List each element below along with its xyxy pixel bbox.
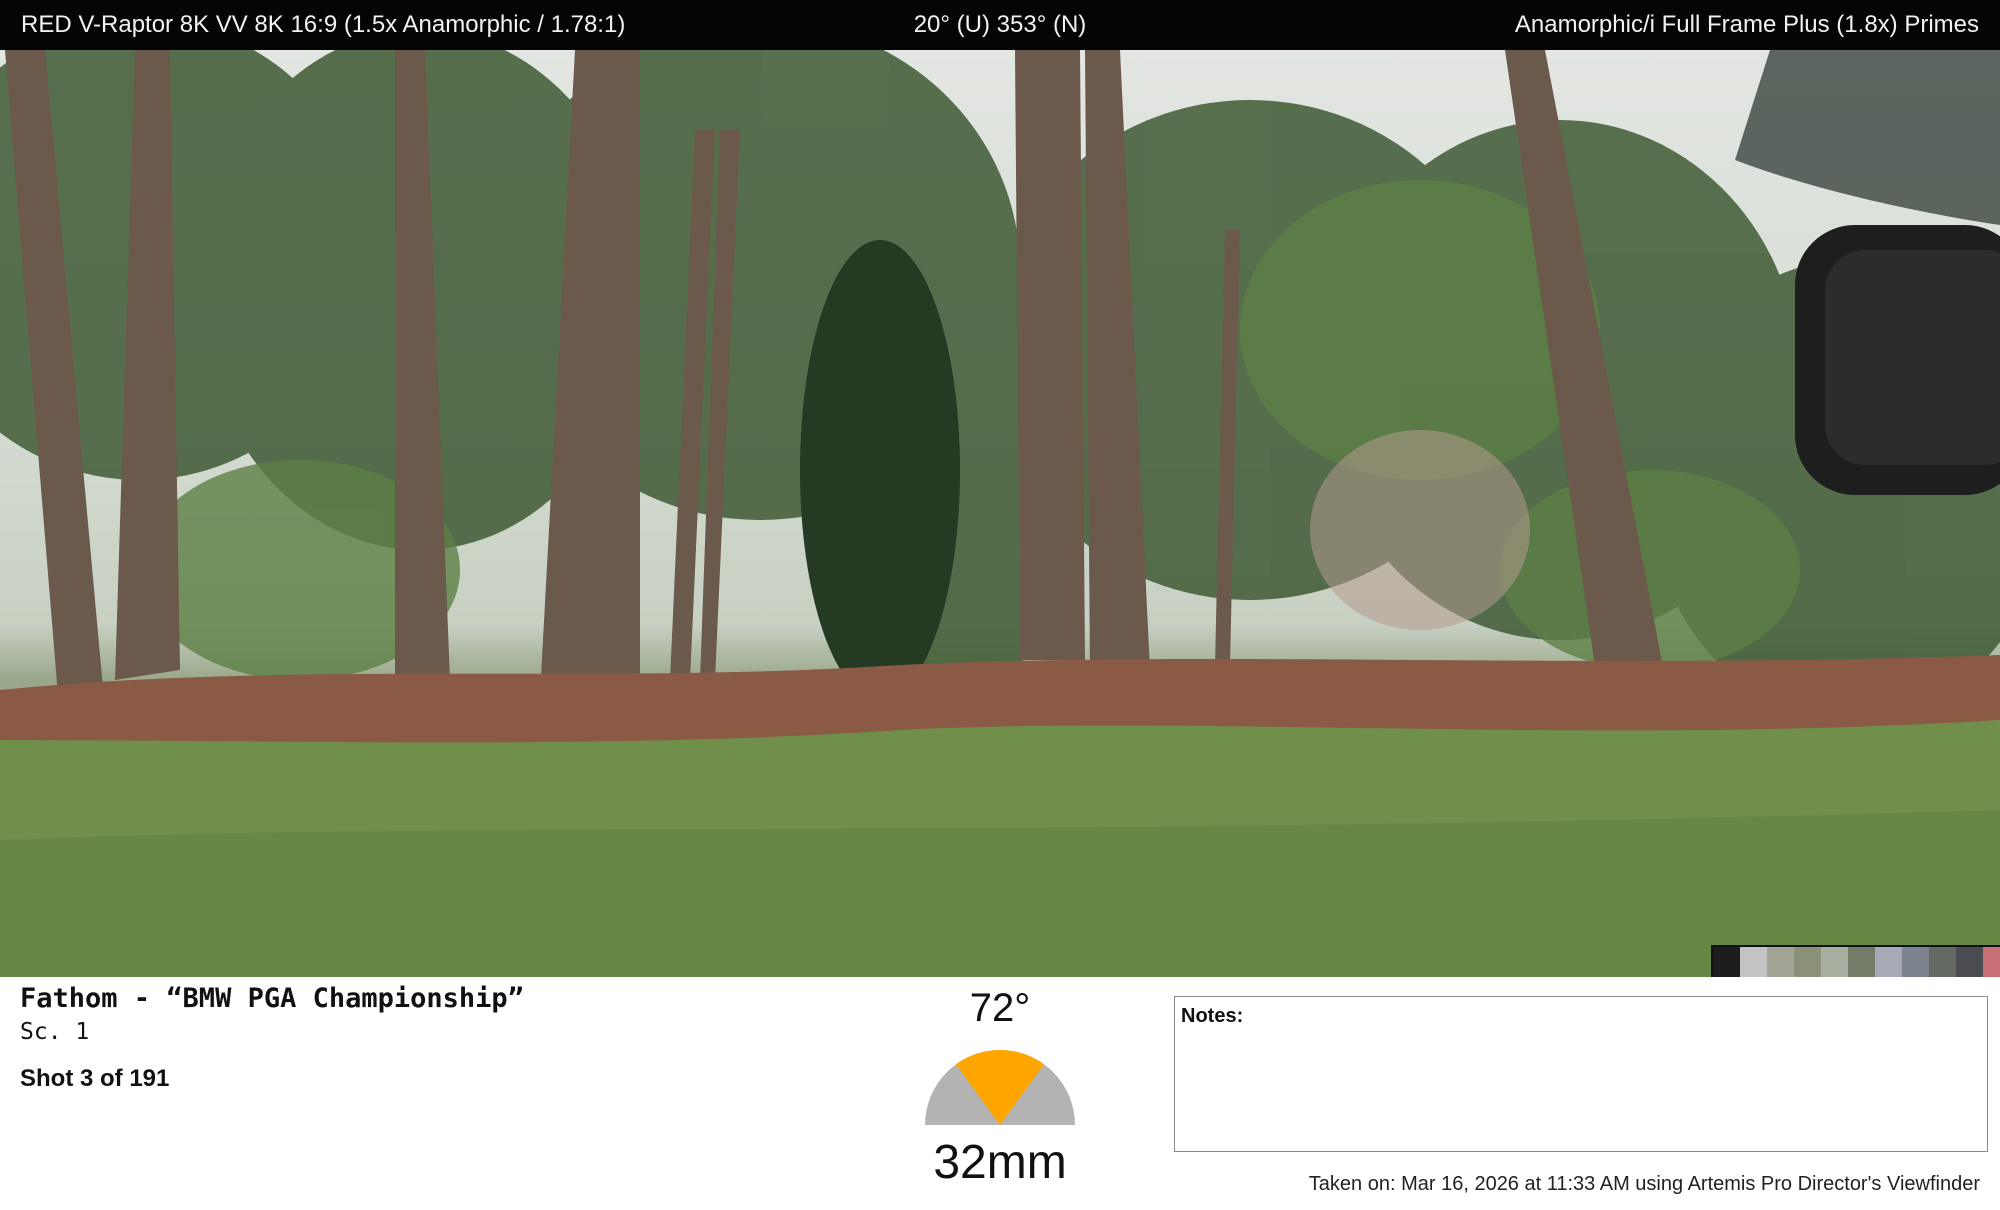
color-swatch: [1713, 947, 1740, 977]
project-title: Fathom - “BMW PGA Championship”: [20, 983, 524, 1014]
field-of-view-degrees: 72°: [969, 986, 1031, 1030]
color-swatch: [1875, 947, 1902, 977]
focal-length: 32mm: [933, 1136, 1067, 1189]
viewfinder-photo: [0, 50, 2000, 977]
capture-timestamp: Taken on: Mar 16, 2026 at 11:33 AM using…: [1308, 1173, 1980, 1195]
color-swatch: [1929, 947, 1956, 977]
field-of-view-gauge-icon: [925, 1049, 1075, 1125]
notes-label: Notes:: [1181, 1005, 1244, 1027]
color-swatch: [1821, 947, 1848, 977]
color-swatch: [1848, 947, 1875, 977]
color-swatch: [1902, 947, 1929, 977]
notes-box[interactable]: Notes:: [1174, 996, 1988, 1152]
scene-illustration: [0, 50, 2000, 977]
color-swatch: [1740, 947, 1767, 977]
shot-counter: Shot 3 of 191: [20, 1065, 170, 1092]
color-swatch: [1983, 947, 2000, 977]
color-swatch: [1767, 947, 1794, 977]
color-swatch: [1956, 947, 1983, 977]
scene-number: Sc. 1: [20, 1019, 90, 1045]
color-swatch: [1794, 947, 1821, 977]
info-header-bar: RED V-Raptor 8K VV 8K 16:9 (1.5x Anamorp…: [0, 0, 2000, 50]
color-palette-strip: [1711, 945, 2000, 979]
lens-set-label: Anamorphic/i Full Frame Plus (1.8x) Prim…: [1514, 11, 1979, 38]
slate-panel: Fathom - “BMW PGA Championship” Sc. 1 Sh…: [0, 977, 2000, 1210]
